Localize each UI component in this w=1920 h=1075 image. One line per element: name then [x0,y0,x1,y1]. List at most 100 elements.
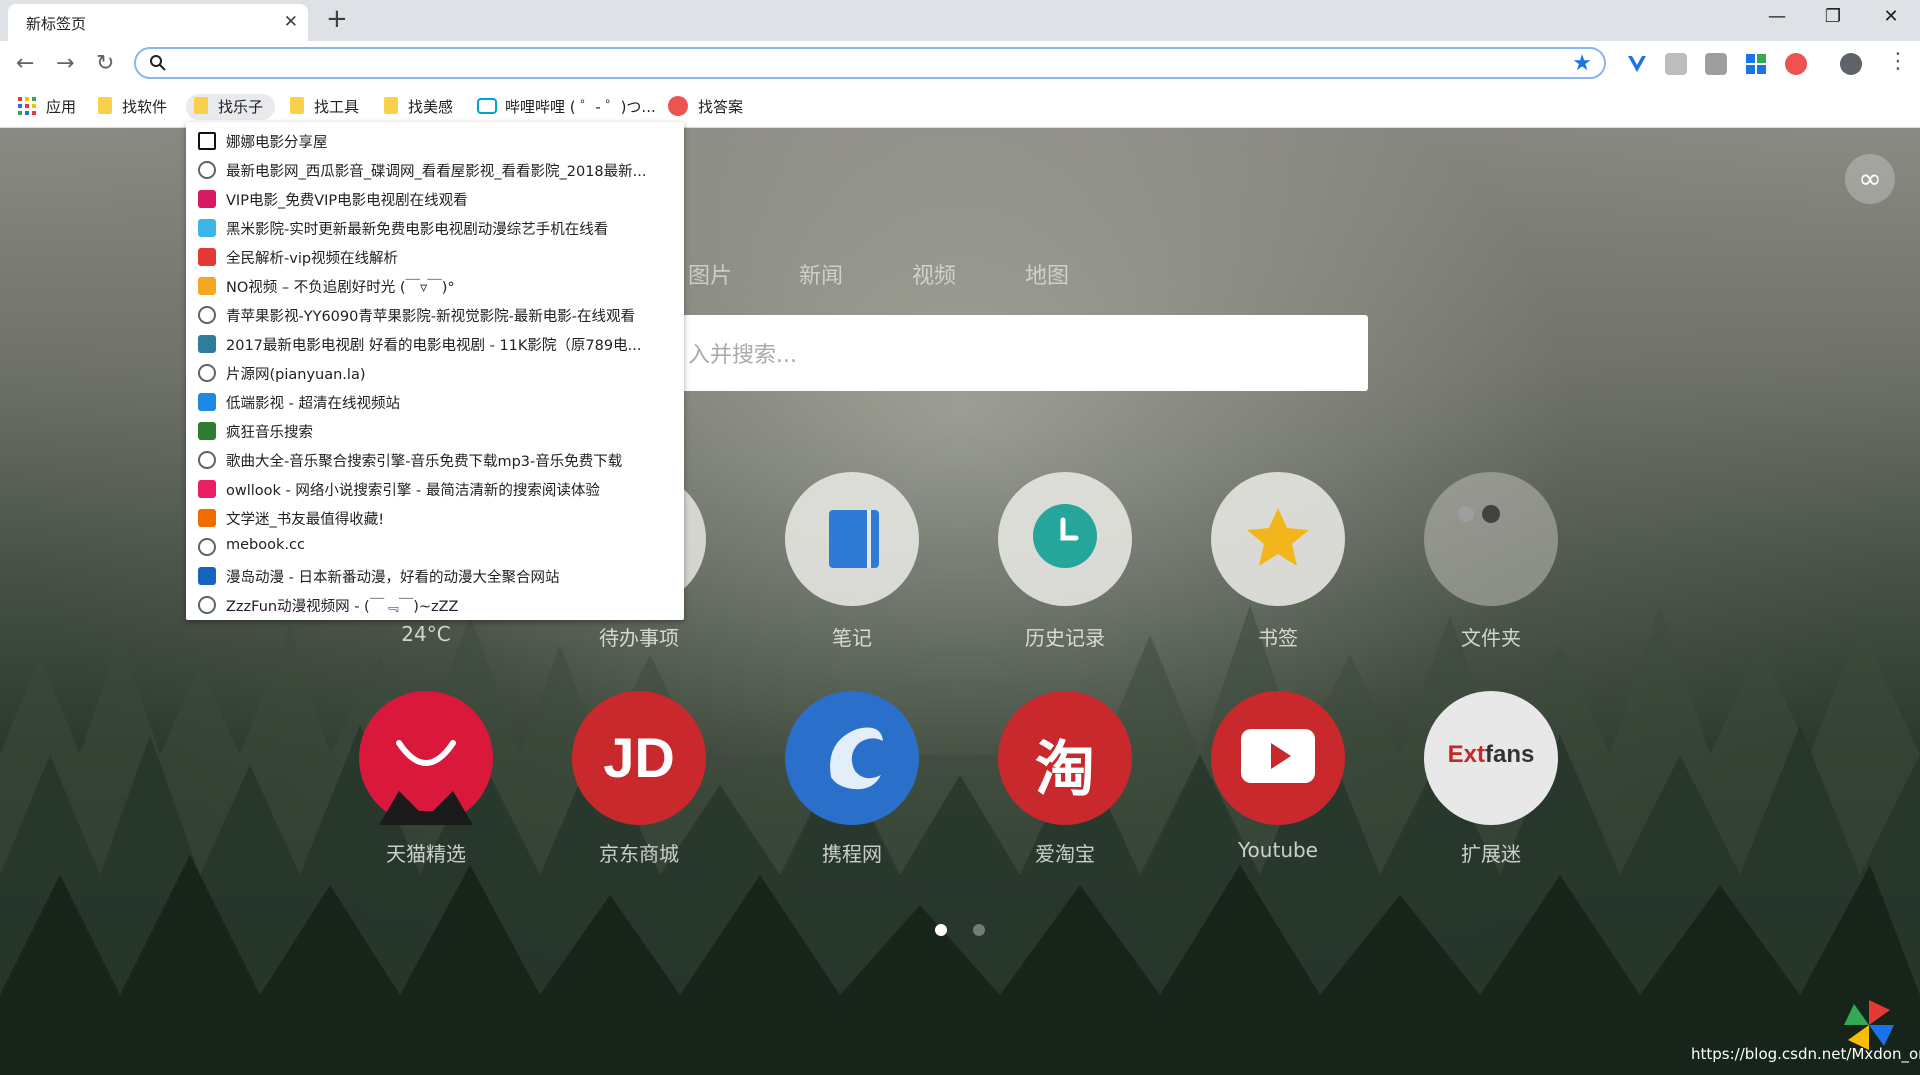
tile-taobao[interactable]: 淘 [998,691,1132,825]
folder-group-icon [1458,505,1500,523]
search-tab-map[interactable]: 地图 [1025,258,1069,290]
dropdown-bookmark-item[interactable]: 娜娜电影分享屋 [186,127,684,156]
bookmark-folder-fun[interactable]: 找乐子 [186,94,276,120]
dropdown-bookmark-item[interactable]: 文学迷_书友最值得收藏! [186,504,684,533]
dropdown-bookmark-item[interactable]: 青苹果影视-YY6090青苹果影院-新视觉影院-最新电影-在线观看 [186,301,684,330]
tile-label-bookmarks: 书签 [1258,626,1298,650]
search-icon [149,54,167,76]
tile-extfans[interactable]: Extfans [1424,691,1558,825]
apps-shortcut[interactable]: 应用 [18,94,76,120]
toolbar: ← → ↻ ★ ⋮ [0,41,1920,87]
extfans-logo-fans: fans [1485,741,1535,768]
dropdown-item-label: 文学迷_书友最值得收藏! [226,512,385,528]
tile-ctrip[interactable] [785,691,919,825]
dropdown-bookmark-item[interactable]: mebook.cc [186,533,684,562]
dropdown-bookmark-item[interactable]: NO视频 – 不负追剧好时光 (￣▿￣)° [186,272,684,301]
vuejs-extension-icon[interactable] [1626,53,1648,75]
bookmark-answers[interactable]: 找答案 [668,94,743,120]
new-tab-button[interactable]: + [326,6,348,32]
globe-icon [198,364,216,382]
dropdown-item-label: mebook.cc [226,537,305,553]
bilibili-icon [477,97,497,114]
dropdown-bookmark-item[interactable]: 最新电影网_西瓜影音_碟调网_看看屋影视_看看影院_2018最新... [186,156,684,185]
dropdown-item-label: 片源网(pianyuan.la) [226,367,366,383]
extension-gray-icon[interactable] [1665,53,1687,75]
page-dot-1[interactable] [935,924,947,936]
bookmark-folder-software[interactable]: 找软件 [98,94,167,120]
anime-icon [198,567,216,585]
search-tab-news[interactable]: 新闻 [799,258,843,290]
dropdown-item-label: 黑米影院-实时更新最新免费电影电视剧动漫综艺手机在线看 [226,222,609,238]
tile-notes[interactable] [785,472,919,606]
tile-bookmarks[interactable] [1211,472,1345,606]
tile-tmall[interactable] [359,691,493,825]
tile-jd[interactable]: JD [572,691,706,825]
dropdown-bookmark-item[interactable]: 疯狂音乐搜索 [186,417,684,446]
bookmark-folder-beauty[interactable]: 找美感 [384,94,453,120]
search-tab-video[interactable]: 视频 [912,258,956,290]
bookmark-bilibili[interactable]: 哔哩哔哩 ( ゜- ゜)つ... [477,94,656,120]
tile-youtube[interactable] [1211,691,1345,825]
folder-icon [98,97,112,114]
dropdown-bookmark-item[interactable]: owllook - 网络小说搜索引擎 - 最简洁清新的搜索阅读体验 [186,475,684,504]
tile-folders[interactable] [1424,472,1558,606]
extension-blocks-icon[interactable] [1745,53,1767,75]
browser-menu-icon[interactable]: ⋮ [1887,49,1909,74]
restore-button[interactable]: ❐ [1813,6,1853,27]
tile-history[interactable] [998,472,1132,606]
bookmark-star-icon[interactable]: ★ [1572,51,1592,76]
bookmark-folder-tools[interactable]: 找工具 [290,94,359,120]
dropdown-bookmark-item[interactable]: 2017最新电影电视剧 好看的电影电视剧 - 11K影院（原789电... [186,330,684,359]
back-button[interactable]: ← [16,51,34,76]
extension-tab-icon[interactable] [1705,53,1727,75]
tile-label-ctrip: 携程网 [822,842,882,866]
video-icon [198,132,216,150]
dropdown-item-label: 青苹果影视-YY6090青苹果影院-新视觉影院-最新电影-在线观看 [226,309,636,325]
minimize-button[interactable]: — [1757,6,1797,27]
page-dot-2[interactable] [973,924,985,936]
dropdown-item-label: 全民解析-vip视频在线解析 [226,251,399,267]
owl-icon [198,480,216,498]
dropdown-bookmark-item[interactable]: ZzzFun动漫视频网 - (￣﹃￣)~zZZ [186,591,684,620]
tile-label-tmall: 天猫精选 [386,842,466,866]
folder-icon [194,97,208,114]
dropdown-item-label: 娜娜电影分享屋 [226,135,328,151]
dropdown-bookmark-item[interactable]: 歌曲大全-音乐聚合搜索引擎-音乐免费下载mp3-音乐免费下载 [186,446,684,475]
search-tab-images[interactable]: 图片 [688,258,732,290]
dropdown-item-label: VIP电影_免费VIP电影电视剧在线观看 [226,193,468,209]
dropdown-item-label: 歌曲大全-音乐聚合搜索引擎-音乐免费下载mp3-音乐免费下载 [226,454,623,470]
dropdown-bookmark-item[interactable]: 漫岛动漫 - 日本新番动漫，好看的动漫大全聚合网站 [186,562,684,591]
infinity-extension-icon[interactable] [1785,53,1807,75]
dropdown-bookmark-item[interactable]: 低端影视 - 超清在线视频站 [186,388,684,417]
globe-icon [198,538,216,556]
dolphin-icon [830,727,883,790]
apps-grid-icon [18,96,36,115]
globe-icon [198,596,216,614]
forward-button[interactable]: → [56,51,74,76]
reload-button[interactable]: ↻ [96,51,114,76]
dropdown-bookmark-item[interactable]: 黑米影院-实时更新最新免费电影电视剧动漫综艺手机在线看 [186,214,684,243]
tmall-smile-icon [379,740,473,825]
profile-avatar-icon[interactable] [1840,53,1862,75]
tile-label-history: 历史记录 [1025,626,1105,650]
vip-icon [198,190,216,208]
tile-label-youtube: Youtube [1238,838,1318,862]
globe-icon [198,161,216,179]
search-placeholder: 入并搜索... [688,343,797,368]
bookmark-label: 找美感 [408,98,454,116]
tile-label-extfans: 扩展迷 [1461,842,1521,866]
address-bar[interactable]: ★ [134,47,1606,79]
close-window-button[interactable]: ✕ [1871,6,1911,27]
close-tab-icon[interactable]: ✕ [284,12,298,32]
apps-label: 应用 [46,98,77,116]
dropdown-bookmark-item[interactable]: 全民解析-vip视频在线解析 [186,243,684,272]
dropdown-item-label: 2017最新电影电视剧 好看的电影电视剧 - 11K影院（原789电... [226,338,642,354]
v-logo-icon [198,248,216,266]
dropdown-bookmark-item[interactable]: VIP电影_免费VIP电影电视剧在线观看 [186,185,684,214]
infinity-icon [668,95,688,116]
infinity-corner-button[interactable]: ∞ [1845,154,1895,204]
dropdown-bookmark-item[interactable]: 片源网(pianyuan.la) [186,359,684,388]
tab-new-tab[interactable]: 新标签页 ✕ [8,4,308,41]
dropdown-item-label: NO视频 – 不负追剧好时光 (￣▿￣)° [226,280,455,296]
newtab-search-box[interactable]: 入并搜索... [680,315,1368,391]
